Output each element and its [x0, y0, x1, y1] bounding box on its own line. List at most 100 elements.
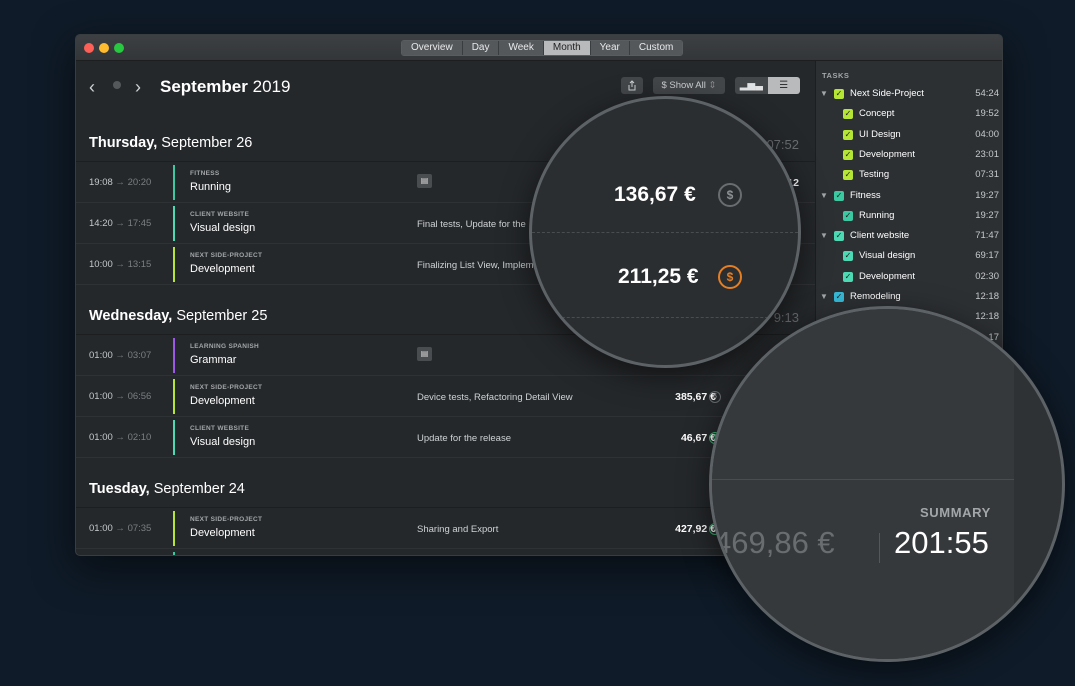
task-name: Development [859, 148, 915, 160]
entry-project: LEARNING SPANISH [190, 343, 259, 350]
task-checkbox[interactable]: ✓ [843, 251, 853, 262]
tab-year[interactable]: Year [590, 41, 630, 55]
entry-time-range: 01:00 → 07:35 [89, 523, 152, 534]
task-name: UI Design [859, 128, 901, 140]
task-name: Testing [859, 169, 890, 181]
task-checkbox[interactable]: ✓ [834, 89, 844, 99]
task-group-row[interactable]: ▼ ✓ Next Side-Project 54:24 [816, 85, 1002, 105]
tab-month[interactable]: Month [543, 41, 591, 55]
entry-project: NEXT SIDE-PROJECT [190, 384, 263, 391]
entry-note: Final tests, Update for the [417, 219, 526, 230]
task-checkbox[interactable]: ✓ [843, 170, 853, 181]
entry-task: Development [190, 527, 255, 539]
share-button[interactable] [621, 77, 643, 94]
entry-task: Visual design [190, 436, 256, 448]
disclosure-triangle-icon[interactable]: ▼ [820, 292, 828, 301]
title-bar: Overview Day Week Month Year Custom [76, 35, 1002, 61]
task-row[interactable]: ✓ Testing 07:31 [816, 166, 1002, 186]
task-checkbox[interactable]: ✓ [843, 129, 853, 140]
task-name: Visual design [859, 250, 916, 262]
project-color-bar [173, 420, 175, 455]
entry-task: Running [190, 181, 231, 193]
previous-month-icon[interactable]: ‹ [89, 77, 95, 98]
disclosure-triangle-icon[interactable]: ▼ [820, 231, 828, 240]
unpaid-amount: 136,67 € [614, 183, 696, 206]
entry-note: Finalizing List View, Implem [417, 260, 534, 271]
day-title: Wednesday, September 25 [89, 308, 268, 324]
time-entry-row[interactable]: 01:00 → 06:56 NEXT SIDE-PROJECT Developmen… [76, 376, 815, 417]
task-row[interactable]: ✓ Running 19:27 [816, 207, 1002, 227]
task-checkbox[interactable]: ✓ [843, 271, 853, 282]
task-row[interactable]: ✓ Concept 19:52 [816, 105, 1002, 125]
summary-separator [879, 533, 880, 563]
time-entry-row[interactable]: 01:00 → 02:10 CLIENT WEBSITE Visual design… [76, 417, 815, 458]
entry-time-range: 01:00 → 06:56 [89, 391, 152, 402]
view-toggle: ▂▅▃ ☰ [735, 77, 800, 94]
tab-week[interactable]: Week [499, 41, 544, 55]
close-window-button[interactable] [84, 43, 94, 53]
disclosure-triangle-icon[interactable]: ▼ [820, 191, 828, 200]
note-icon[interactable]: ▤ [417, 347, 432, 361]
day-header: Tuesday, September 24427,92 [76, 470, 815, 508]
task-time: 19:27 [975, 209, 999, 221]
divider [532, 232, 798, 233]
task-checkbox[interactable]: ✓ [843, 109, 853, 120]
chevron-updown-icon: ⇕ [708, 80, 717, 91]
tab-day[interactable]: Day [462, 41, 500, 55]
next-month-icon[interactable]: › [135, 77, 141, 98]
summary-time: 201:55 [894, 525, 989, 560]
task-checkbox[interactable]: ✓ [834, 190, 844, 201]
entry-time-range: 14:20 → 17:45 [89, 218, 152, 229]
task-checkbox[interactable]: ✓ [843, 149, 853, 160]
task-row[interactable]: ✓ Development 23:01 [816, 146, 1002, 166]
billable-filter-select[interactable]: $ Show All ⇕ [653, 77, 725, 94]
time-entry-row[interactable]: 01:00 → 07:35 NEXT SIDE-PROJECT Developmen… [76, 508, 815, 549]
entry-project: NEXT SIDE-PROJECT [190, 516, 263, 523]
task-checkbox[interactable]: ✓ [834, 292, 844, 302]
project-color-bar [173, 552, 175, 555]
today-button[interactable] [113, 81, 121, 89]
tab-custom[interactable]: Custom [629, 41, 683, 55]
task-time: 07:31 [975, 169, 999, 181]
entry-project: CLIENT WEBSITE [190, 211, 250, 218]
task-checkbox[interactable]: ✓ [843, 210, 853, 221]
task-group-row[interactable]: ▼ ✓ Remodeling 12:18 [816, 288, 1002, 308]
project-color-bar [173, 247, 175, 282]
task-group-row[interactable]: ▼ ✓ Client website 71:47 [816, 227, 1002, 247]
tasks-heading: TASKS [822, 71, 850, 80]
entry-time-range: 10:00 → 13:15 [89, 259, 152, 270]
entry-project: CLIENT WEBSITE [190, 425, 250, 432]
period-segmented-control: Overview Day Week Month Year Custom [401, 40, 684, 56]
task-row[interactable]: ✓ UI Design 04:00 [816, 126, 1002, 146]
month-title: September 2019 [160, 77, 291, 96]
summary-panel [712, 309, 1014, 659]
task-row[interactable]: ✓ Visual design 69:17 [816, 247, 1002, 267]
dollar-coin-icon[interactable]: $ [718, 265, 742, 289]
task-name: Client website [850, 230, 910, 242]
paid-amount: 211,25 € [618, 265, 699, 288]
bar-chart-icon[interactable]: ▂▅▃ [735, 77, 768, 94]
task-time: 69:17 [975, 250, 999, 262]
entry-task: Visual design [190, 222, 256, 234]
minimize-window-button[interactable] [99, 43, 109, 53]
task-time: 19:52 [975, 108, 999, 120]
disclosure-triangle-icon[interactable]: ▼ [820, 89, 828, 98]
task-checkbox[interactable]: ✓ [834, 231, 844, 242]
time-entry-row[interactable]: FITNESS [76, 549, 815, 555]
tab-overview[interactable]: Overview [402, 41, 463, 55]
day-title: Tuesday, September 24 [89, 481, 245, 497]
entry-note: Device tests, Refactoring Detail View [417, 392, 573, 403]
task-name: Fitness [850, 189, 881, 201]
day-title: Thursday, September 26 [89, 135, 253, 151]
task-time: 23:01 [975, 148, 999, 160]
task-group-row[interactable]: ▼ ✓ Fitness 19:27 [816, 187, 1002, 207]
entry-project: FITNESS [190, 170, 220, 177]
zoom-window-button[interactable] [114, 43, 124, 53]
note-icon[interactable]: ▤ [417, 174, 432, 188]
dollar-coin-icon[interactable]: $ [718, 183, 742, 207]
list-icon[interactable]: ☰ [767, 77, 800, 94]
task-time: 19:27 [975, 189, 999, 201]
task-row[interactable]: ✓ Development 02:30 [816, 268, 1002, 288]
divider [712, 479, 1014, 480]
entry-task: Development [190, 263, 255, 275]
